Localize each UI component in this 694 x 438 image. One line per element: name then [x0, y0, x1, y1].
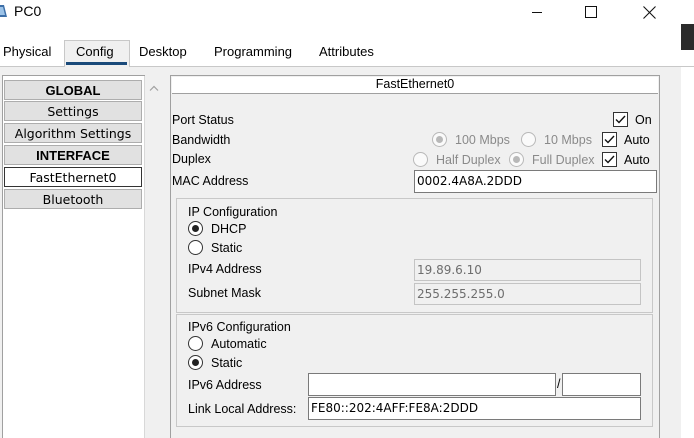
ipv4-dhcp-radio[interactable]: [188, 221, 203, 236]
ipv4-address-field[interactable]: 19.89.6.10: [414, 259, 641, 281]
bandwidth-10-label: 10 Mbps: [544, 133, 592, 147]
check-icon: [615, 115, 626, 124]
sidebar-header-interface: INTERFACE: [4, 145, 142, 165]
bandwidth-10-radio[interactable]: [521, 132, 536, 147]
close-icon: [642, 5, 656, 19]
sidebar-item-algorithm-settings[interactable]: Algorithm Settings: [4, 123, 142, 143]
window-edge: [681, 24, 694, 50]
mac-address-field[interactable]: 0002.4A8A.2DDD: [414, 170, 657, 193]
port-status-label: Port Status: [172, 113, 234, 127]
duplex-half-label: Half Duplex: [436, 153, 501, 167]
tab-desktop[interactable]: Desktop: [139, 44, 187, 59]
subnet-mask-field[interactable]: 255.255.255.0: [414, 283, 641, 305]
sidebar-item-fastethernet0[interactable]: FastEthernet0: [4, 167, 142, 187]
maximize-icon: [585, 6, 597, 18]
ipv4-config-title: IP Configuration: [188, 205, 278, 219]
ipv4-dhcp-label: DHCP: [211, 222, 247, 236]
tab-config[interactable]: Config: [76, 44, 114, 59]
sidebar-item-bluetooth[interactable]: Bluetooth: [4, 189, 142, 209]
bandwidth-100-label: 100 Mbps: [455, 133, 510, 147]
active-tab-indicator: [66, 62, 127, 65]
sidebar-item-settings[interactable]: Settings: [4, 101, 142, 121]
interface-title: FastEthernet0: [172, 77, 658, 94]
minimize-button[interactable]: [514, 0, 560, 24]
sidebar-scrollbar[interactable]: [144, 76, 164, 438]
tab-physical[interactable]: Physical: [3, 44, 51, 59]
link-local-address-label: Link Local Address:: [188, 402, 297, 416]
duplex-full-radio[interactable]: [509, 152, 524, 167]
check-icon: [604, 135, 615, 144]
duplex-full-label: Full Duplex: [532, 153, 595, 167]
ipv6-address-field[interactable]: [308, 373, 556, 396]
subnet-mask-label: Subnet Mask: [188, 286, 261, 300]
ipv6-automatic-radio[interactable]: [188, 336, 203, 351]
ipv6-config-title: IPv6 Configuration: [188, 320, 291, 334]
ipv6-static-radio[interactable]: [188, 355, 203, 370]
duplex-label: Duplex: [172, 152, 211, 166]
tab-programming[interactable]: Programming: [214, 44, 292, 59]
ipv6-address-label: IPv6 Address: [188, 378, 262, 392]
ipv6-static-label: Static: [211, 356, 243, 370]
bandwidth-auto-checkbox[interactable]: [602, 132, 617, 147]
ipv6-prefix-separator: /: [557, 377, 561, 391]
mac-address-label: MAC Address: [172, 174, 249, 188]
bandwidth-label: Bandwidth: [172, 133, 231, 147]
sidebar-header-global: GLOBAL: [4, 80, 142, 100]
port-status-on-label: On: [635, 113, 652, 127]
ipv4-static-radio[interactable]: [188, 240, 203, 255]
tab-attributes[interactable]: Attributes: [319, 44, 374, 59]
check-icon: [604, 155, 615, 164]
ipv4-static-label: Static: [211, 241, 243, 255]
chevron-up-icon: [149, 85, 159, 91]
ipv6-prefix-field[interactable]: [562, 373, 641, 396]
duplex-auto-checkbox[interactable]: [602, 152, 617, 167]
bandwidth-auto-label: Auto: [624, 133, 650, 147]
bandwidth-100-radio[interactable]: [432, 132, 447, 147]
port-status-checkbox[interactable]: [613, 112, 628, 127]
scroll-up-button[interactable]: [144, 80, 164, 96]
duplex-auto-label: Auto: [624, 153, 650, 167]
window-title: PC0: [14, 3, 42, 19]
ipv6-automatic-label: Automatic: [211, 337, 267, 351]
ipv4-address-label: IPv4 Address: [188, 262, 262, 276]
close-button[interactable]: [626, 0, 672, 24]
minimize-icon: [532, 12, 542, 13]
duplex-half-radio[interactable]: [413, 152, 428, 167]
maximize-button[interactable]: [568, 0, 614, 24]
packet-tracer-pc-icon: [0, 3, 8, 19]
link-local-address-field[interactable]: FE80::202:4AFF:FE8A:2DDD: [308, 397, 641, 420]
